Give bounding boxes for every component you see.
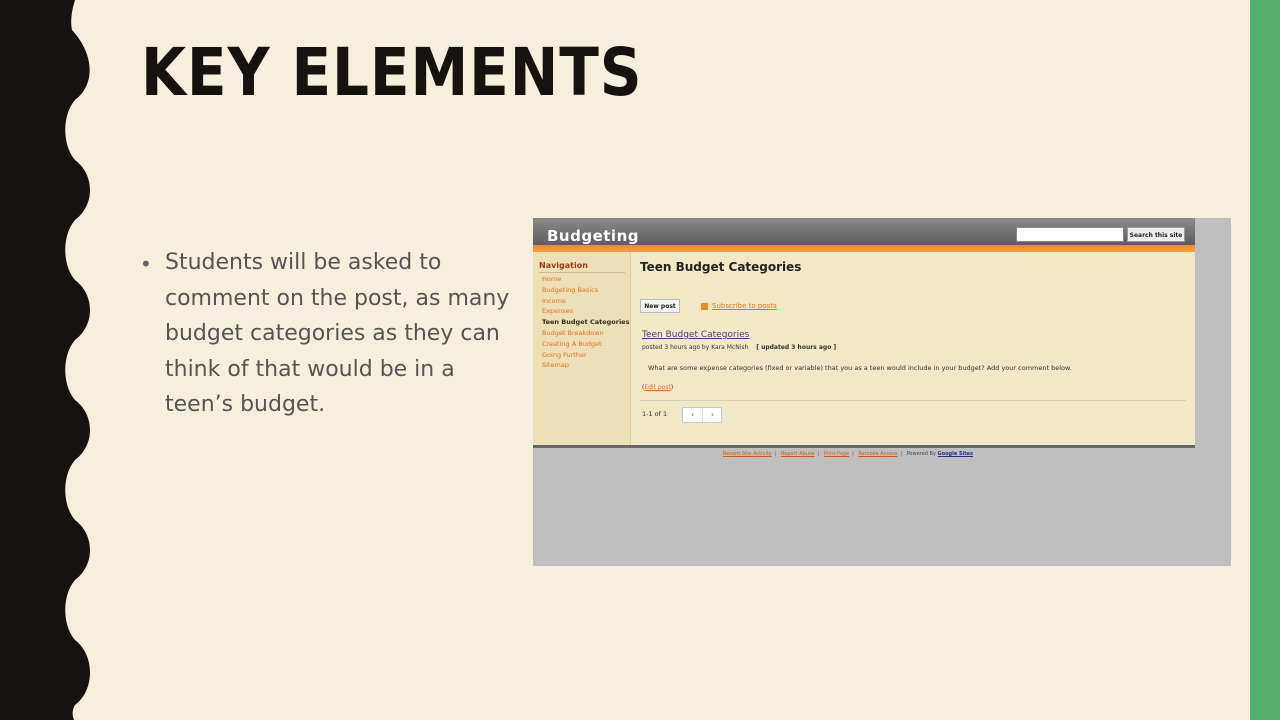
sidebar-item-expenses[interactable]: Expenses — [542, 306, 629, 317]
sidebar-item-going-further[interactable]: Going Further — [542, 350, 629, 361]
nav-list: Home Budgeting Basics Income Expenses Te… — [542, 274, 629, 371]
footer-link-print-page[interactable]: Print Page — [824, 451, 849, 457]
post-meta: posted 3 hours ago by Kara McNish [ upda… — [642, 344, 836, 351]
sidebar-item-sitemap[interactable]: Sitemap — [542, 360, 629, 371]
site-header: Budgeting Search this site — [533, 218, 1195, 245]
sidebar-item-budget-breakdown[interactable]: Budget Breakdown — [542, 328, 629, 339]
pager-buttons: ‹ › — [682, 407, 722, 423]
left-wave-border — [0, 0, 90, 720]
chevron-left-icon[interactable]: ‹ — [683, 408, 703, 422]
right-accent-bar — [1250, 0, 1280, 720]
post-title-link[interactable]: Teen Budget Categories — [642, 330, 749, 340]
footer-link-report-abuse[interactable]: Report Abuse — [781, 451, 815, 457]
sidebar-item-teen-budget-categories[interactable]: Teen Budget Categories — [542, 317, 629, 328]
sidebar-item-creating-a-budget[interactable]: Creating A Budget — [542, 339, 629, 350]
site-body: Navigation Home Budgeting Basics Income … — [533, 252, 1195, 445]
pager-count: 1-1 of 1 — [642, 410, 668, 418]
subscribe-link[interactable]: Subscribe to posts — [712, 302, 777, 310]
sidebar-item-home[interactable]: Home — [542, 274, 629, 285]
bullet-marker: • — [140, 252, 152, 276]
edit-post-link[interactable]: Edit post — [644, 384, 670, 391]
page-title: Teen Budget Categories — [640, 260, 802, 274]
footer-link-recent-activity[interactable]: Recent Site Activity — [723, 451, 772, 457]
site-footer: Recent Site Activity | Report Abuse | Prin… — [723, 451, 974, 457]
sidebar: Navigation Home Budgeting Basics Income … — [533, 252, 631, 445]
slide-title: KEY ELEMENTS — [141, 34, 643, 111]
main-content: Teen Budget Categories New post Subscrib… — [631, 252, 1195, 445]
sidebar-item-budgeting-basics[interactable]: Budgeting Basics — [542, 285, 629, 296]
nav-heading: Navigation — [539, 261, 588, 270]
bullet-text: Students will be asked to comment on the… — [165, 250, 510, 417]
search-button[interactable]: Search this site — [1127, 227, 1185, 242]
site-title: Budgeting — [547, 227, 639, 245]
footer-google-sites-link[interactable]: Google Sites — [938, 451, 973, 457]
rss-icon — [701, 303, 708, 310]
footer-link-remove-access[interactable]: Remove Access — [858, 451, 897, 457]
site-bottom-border — [533, 445, 1195, 448]
post-divider — [640, 400, 1186, 401]
chevron-right-icon[interactable]: › — [703, 408, 722, 422]
edit-post: (Edit post) — [642, 384, 674, 391]
nav-divider — [539, 272, 625, 273]
embedded-screenshot: Budgeting Search this site Navigation Ho… — [533, 218, 1231, 566]
post-body: What are some expense categories (fixed … — [648, 364, 1072, 372]
post-meta-text: posted 3 hours ago by Kara McNish — [642, 344, 749, 351]
sidebar-item-income[interactable]: Income — [542, 296, 629, 307]
post-updated: [ updated 3 hours ago ] — [756, 344, 837, 351]
footer-powered-by: Powered By — [906, 451, 936, 457]
search-input[interactable] — [1016, 227, 1124, 242]
new-post-button[interactable]: New post — [640, 299, 680, 313]
header-orange-bar — [533, 245, 1195, 252]
